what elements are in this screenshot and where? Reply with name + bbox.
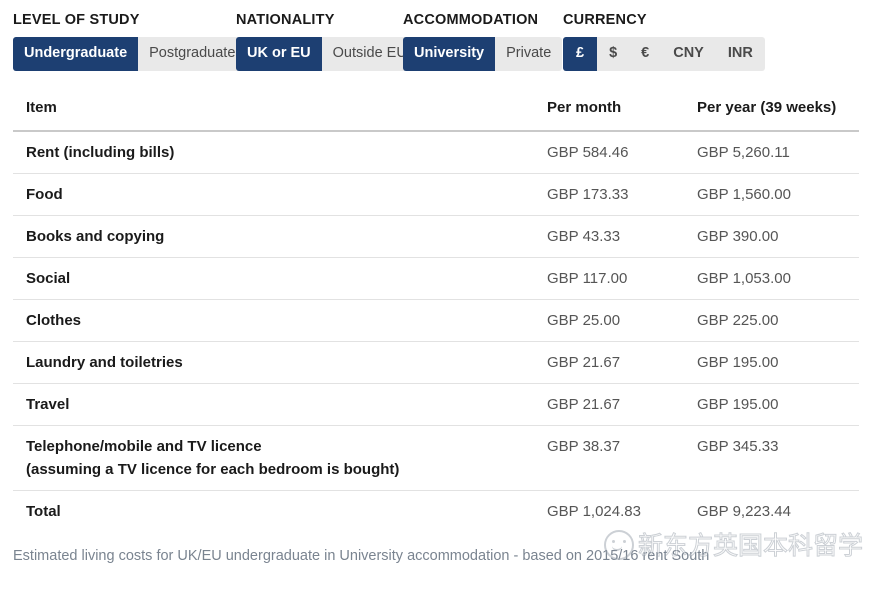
cell-per-month: GBP 584.46 (534, 130, 684, 174)
cell-per-month: GBP 21.67 (534, 383, 684, 426)
item-label: Books and copying (26, 227, 165, 245)
currency-option-cny[interactable]: CNY (661, 37, 716, 71)
table-row: Travel GBP 21.67 GBP 195.00 (13, 383, 859, 426)
cell-per-year: GBP 1,560.00 (684, 173, 859, 216)
cell-per-year: GBP 9,223.44 (697, 502, 791, 520)
cell-item: Clothes (13, 299, 534, 342)
cell-per-month: GBP 117.00 (534, 257, 684, 300)
filter-group-label-nationality: NATIONALITY (236, 12, 335, 28)
cell-per-year: GBP 390.00 (684, 215, 859, 258)
cell-per-year: GBP 1,053.00 (684, 257, 859, 300)
cell-per-year: GBP 195.00 (684, 383, 859, 426)
table-header: Item Per month Per year (39 weeks) (13, 92, 859, 132)
table-row: Total GBP 1,024.83 GBP 9,223.44 (13, 490, 859, 532)
cell-item: Laundry and toiletries (13, 341, 534, 384)
filter-group-accommodation: ACCOMMODATION University Private (403, 12, 563, 71)
cell-item: Travel (13, 383, 534, 426)
filter-option-private[interactable]: Private (495, 37, 562, 71)
cell-per-year: GBP 225.00 (684, 299, 859, 342)
table-footnote: Estimated living costs for UK/EU undergr… (13, 547, 710, 564)
segmented-control-level-of-study: Undergraduate Postgraduate (13, 37, 247, 71)
cell-item: Books and copying (13, 215, 534, 258)
cell-item: Social (13, 257, 534, 300)
filter-group-label-currency: CURRENCY (563, 12, 647, 28)
column-header-item: Item (13, 92, 534, 132)
cell-per-month: GBP 38.37 (534, 425, 684, 491)
column-header-per-year: Per year (39 weeks) (684, 92, 859, 132)
cell-per-year: GBP 345.33 (684, 425, 859, 491)
filter-group-currency: CURRENCY £ $ € CNY INR (563, 12, 765, 71)
cell-per-month: GBP 43.33 (534, 215, 684, 258)
filter-group-label-accommodation: ACCOMMODATION (403, 12, 539, 28)
table-row: Laundry and toiletries GBP 21.67 GBP 195.0… (13, 341, 859, 384)
item-label: Clothes (26, 311, 82, 329)
filter-option-uk-or-eu[interactable]: UK or EU (236, 37, 322, 71)
table-row: Clothes GBP 25.00 GBP 225.00 (13, 299, 859, 342)
item-label: Telephone/mobile and TV licence (26, 437, 262, 455)
cell-per-month: GBP 173.33 (534, 173, 684, 216)
cell-per-month: GBP 21.67 (534, 341, 684, 384)
currency-option-eur[interactable]: € (629, 37, 661, 71)
cell-item: Food (13, 173, 534, 216)
cell-item: Total (13, 490, 534, 532)
table-row: Telephone/mobile and TV licence (assuming… (13, 425, 859, 491)
cell-per-month: GBP 1,024.83 (547, 502, 641, 520)
cell-per-month: GBP 25.00 (534, 299, 684, 342)
cell-item: Rent (including bills) (13, 130, 534, 174)
currency-option-inr[interactable]: INR (716, 37, 765, 71)
item-label: Food (26, 185, 63, 203)
currency-option-gbp[interactable]: £ (563, 37, 598, 71)
segmented-control-accommodation: University Private (403, 37, 563, 71)
table-header-row: Item Per month Per year (39 weeks) (13, 92, 859, 132)
filter-option-undergraduate[interactable]: Undergraduate (13, 37, 139, 71)
table-row: Rent (including bills) GBP 584.46 GBP 5,26… (13, 130, 859, 174)
filter-option-university[interactable]: University (403, 37, 496, 71)
item-label: Laundry and toiletries (26, 353, 183, 371)
table-row: Social GBP 117.00 GBP 1,053.00 (13, 257, 859, 300)
segmented-control-nationality: UK or EU Outside EU (236, 37, 418, 71)
item-label: Rent (including bills) (26, 143, 175, 161)
currency-option-usd[interactable]: $ (597, 37, 629, 71)
item-label: Travel (26, 395, 70, 413)
living-costs-table: Item Per month Per year (39 weeks) Rent … (13, 92, 859, 532)
item-label: Total (26, 502, 61, 520)
filter-option-postgraduate[interactable]: Postgraduate (138, 37, 246, 71)
filter-group-label-level-of-study: LEVEL OF STUDY (13, 12, 140, 28)
filter-bar: LEVEL OF STUDY Undergraduate Postgraduat… (0, 0, 869, 71)
table-row: Food GBP 173.33 GBP 1,560.00 (13, 173, 859, 216)
column-header-per-month: Per month (534, 92, 684, 132)
cell-per-year: GBP 195.00 (684, 341, 859, 384)
filter-group-nationality: NATIONALITY UK or EU Outside EU (236, 12, 418, 71)
cell-item: Telephone/mobile and TV licence (assuming… (13, 425, 534, 491)
filter-group-level-of-study: LEVEL OF STUDY Undergraduate Postgraduat… (13, 12, 247, 71)
item-label: Social (26, 269, 71, 287)
table-row: Books and copying GBP 43.33 GBP 390.00 (13, 215, 859, 258)
table-body: Rent (including bills) GBP 584.46 GBP 5,26… (13, 130, 859, 532)
item-sub-note: (assuming a TV licence for each bedroom … (26, 460, 400, 478)
segmented-control-currency: £ $ € CNY INR (563, 37, 765, 71)
cell-per-year: GBP 5,260.11 (684, 130, 859, 174)
